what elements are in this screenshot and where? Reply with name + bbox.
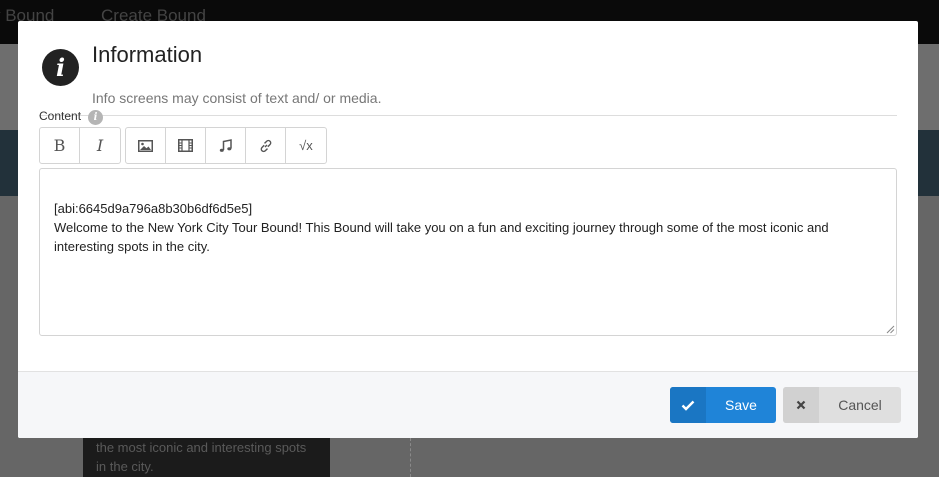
help-icon[interactable]: i (88, 110, 103, 125)
save-label: Save (725, 397, 757, 413)
content-label: Content (39, 109, 82, 123)
editor-toolbar: B I √x (39, 127, 331, 164)
resize-grip-icon[interactable] (885, 324, 895, 334)
format-group: B I (39, 127, 121, 164)
cancel-label: Cancel (838, 397, 882, 413)
dialog-title: Information (92, 42, 203, 67)
save-button[interactable]: Save (670, 387, 776, 423)
insert-video-button[interactable] (166, 128, 206, 163)
insert-formula-button[interactable]: √x (286, 128, 326, 163)
insert-group: √x (125, 127, 327, 164)
dialog-header: i Information Info screens may consist o… (39, 41, 897, 116)
bold-button[interactable]: B (40, 128, 80, 163)
music-icon (219, 138, 232, 152)
info-icon: i (42, 49, 79, 86)
insert-audio-button[interactable] (206, 128, 246, 163)
insert-link-button[interactable] (246, 128, 286, 163)
editor-line-welcome: Welcome to the New York City Tour Bound!… (54, 220, 829, 254)
cancel-button[interactable]: Cancel (783, 387, 901, 423)
information-dialog: i Information Info screens may consist o… (18, 21, 918, 438)
background-divider (410, 438, 411, 477)
background-card-text: the most iconic and interesting spots in… (96, 440, 307, 474)
dialog-footer: Save Cancel (18, 371, 918, 438)
editor-line-reference: [abi:6645d9a796a8b30b6df6d5e5] (54, 201, 253, 216)
film-icon (178, 139, 193, 152)
image-icon (138, 139, 153, 152)
close-icon (783, 387, 819, 423)
dialog-subtitle: Info screens may consist of text and/ or… (92, 90, 382, 106)
insert-image-button[interactable] (126, 128, 166, 163)
content-editor[interactable]: [abi:6645d9a796a8b30b6df6d5e5] Welcome t… (39, 168, 897, 336)
link-icon (260, 139, 271, 152)
checkmark-icon (670, 387, 706, 423)
italic-button[interactable]: I (80, 128, 120, 163)
